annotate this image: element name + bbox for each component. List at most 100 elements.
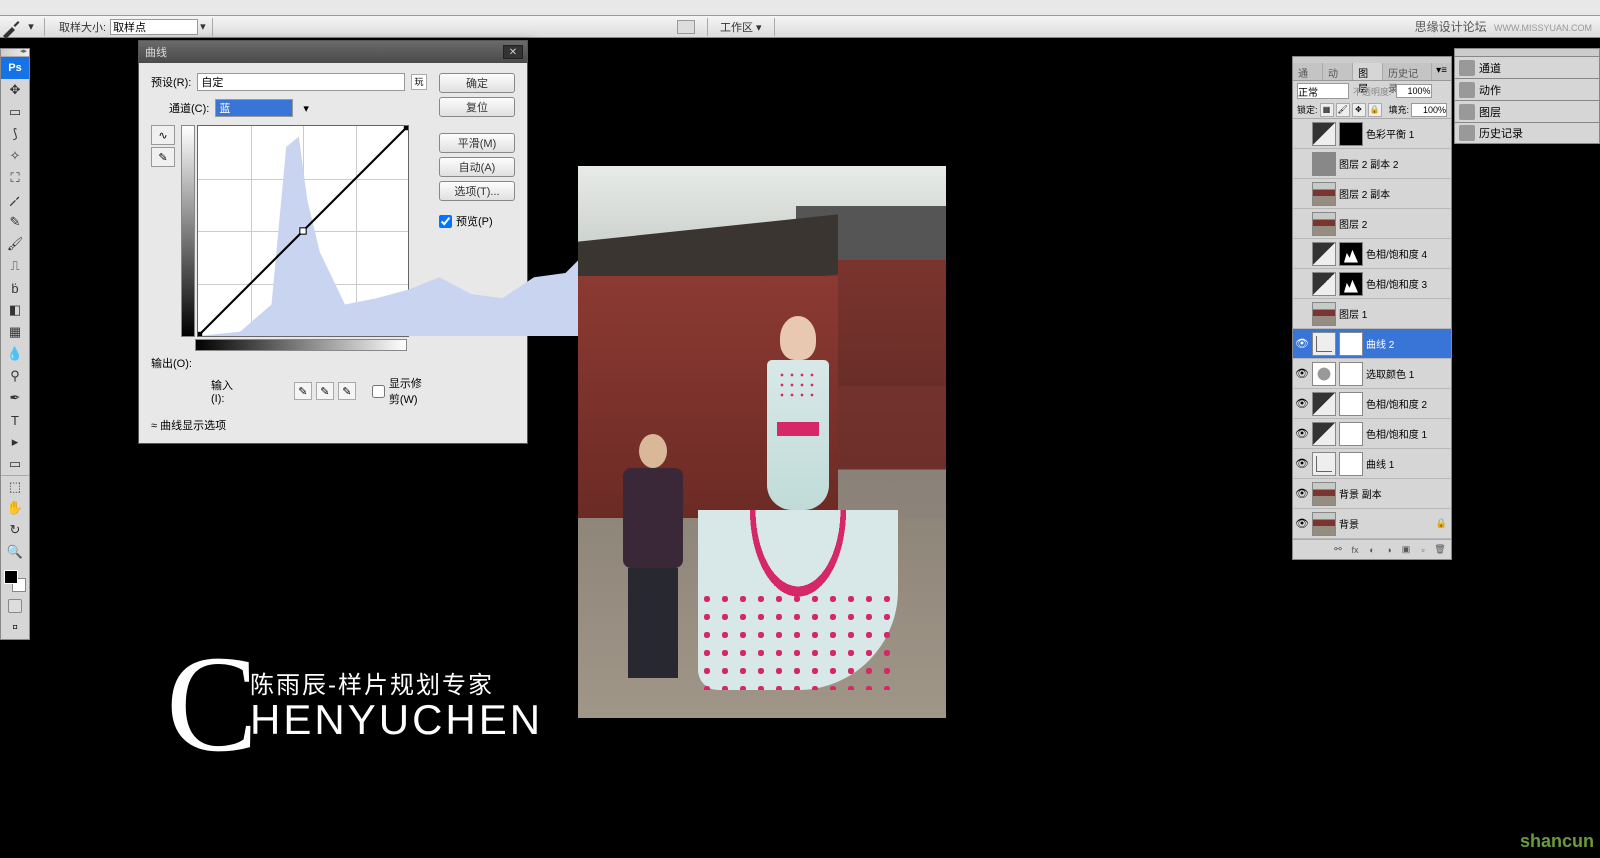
layer-thumbnail[interactable] xyxy=(1312,302,1336,326)
layer-name[interactable]: 图层 2 副本 2 xyxy=(1339,156,1449,171)
lasso-tool[interactable]: ⟆ xyxy=(1,123,29,145)
crop-tool[interactable]: ⛶ xyxy=(1,167,29,189)
clone-stamp-tool[interactable]: ⎍ xyxy=(1,255,29,277)
history-brush-tool[interactable]: ḃ xyxy=(1,277,29,299)
layer-row[interactable]: 👁 色相/饱和度 1 xyxy=(1293,419,1451,449)
pen-tool[interactable]: ✒ xyxy=(1,387,29,409)
layer-thumbnail[interactable] xyxy=(1312,452,1336,476)
gradient-tool[interactable]: ▦ xyxy=(1,321,29,343)
lock-transparency[interactable]: ▦ xyxy=(1320,103,1334,117)
gray-point-eyedropper[interactable]: ✎ xyxy=(316,382,334,400)
visibility-toggle[interactable]: 👁 xyxy=(1295,487,1309,501)
layer-row[interactable]: 色彩平衡 1 xyxy=(1293,119,1451,149)
visibility-toggle[interactable]: 👁 xyxy=(1295,457,1309,471)
curve-point-tool[interactable]: ∿ xyxy=(151,125,175,145)
quick-mask-toggle[interactable] xyxy=(1,595,29,617)
layer-name[interactable]: 曲线 1 xyxy=(1366,456,1449,471)
layer-row[interactable]: 👁 曲线 1 xyxy=(1293,449,1451,479)
layer-thumbnail[interactable] xyxy=(1312,332,1336,356)
visibility-toggle[interactable] xyxy=(1295,277,1309,291)
opacity-input[interactable] xyxy=(1396,84,1432,98)
history-toggle[interactable]: 历史记录 xyxy=(1454,122,1600,144)
tab-history[interactable]: 历史记录 xyxy=(1383,63,1432,80)
rotate-view-tool[interactable]: ↻ xyxy=(1,519,29,541)
visibility-toggle[interactable] xyxy=(1295,307,1309,321)
visibility-toggle[interactable]: 👁 xyxy=(1295,397,1309,411)
layer-name[interactable]: 色相/饱和度 4 xyxy=(1366,246,1449,261)
panel-menu-icon[interactable]: ▾≡ xyxy=(1432,63,1451,80)
visibility-toggle[interactable]: 👁 xyxy=(1295,367,1309,381)
move-tool[interactable]: ✥ xyxy=(1,79,29,101)
layer-row[interactable]: 图层 2 副本 2 xyxy=(1293,149,1451,179)
visibility-toggle[interactable]: 👁 xyxy=(1295,517,1309,531)
layer-row[interactable]: 图层 2 xyxy=(1293,209,1451,239)
layer-thumbnail[interactable] xyxy=(1312,272,1336,296)
dodge-tool[interactable]: ⚲ xyxy=(1,365,29,387)
layer-row[interactable]: 色相/饱和度 4 xyxy=(1293,239,1451,269)
curve-graph[interactable] xyxy=(197,125,409,337)
black-point-eyedropper[interactable]: ✎ xyxy=(294,382,312,400)
layer-mask-thumbnail[interactable] xyxy=(1339,362,1363,386)
tab-layers[interactable]: 图层 xyxy=(1353,63,1383,80)
layer-name[interactable]: 图层 2 xyxy=(1339,216,1449,231)
layer-name[interactable]: 背景 xyxy=(1339,516,1433,531)
toggle-grip[interactable] xyxy=(1454,48,1600,56)
layer-row[interactable]: 👁 背景 副本 xyxy=(1293,479,1451,509)
visibility-toggle[interactable] xyxy=(1295,247,1309,261)
lock-position[interactable]: ✥ xyxy=(1352,103,1366,117)
visibility-toggle[interactable] xyxy=(1295,157,1309,171)
layer-thumbnail[interactable] xyxy=(1312,212,1336,236)
marquee-tool[interactable]: ▭ xyxy=(1,101,29,123)
path-selection-tool[interactable]: ▸ xyxy=(1,431,29,453)
eraser-tool[interactable]: ◧ xyxy=(1,299,29,321)
layer-mask-thumbnail[interactable] xyxy=(1339,422,1363,446)
layer-row[interactable]: 👁曲线 2 xyxy=(1293,329,1451,359)
dialog-titlebar[interactable]: 曲线 ✕ xyxy=(139,41,527,63)
layer-thumbnail[interactable] xyxy=(1312,152,1336,176)
color-swatches[interactable] xyxy=(1,567,29,595)
workspace-dropdown[interactable]: 工作区 ▾ xyxy=(720,19,762,35)
delete-layer-icon[interactable]: 🗑 xyxy=(1433,543,1447,557)
visibility-toggle[interactable]: 👁 xyxy=(1295,427,1309,441)
layer-mask-icon[interactable]: ◐ xyxy=(1365,543,1379,557)
show-clipping-checkbox[interactable]: 显示修剪(W) xyxy=(372,375,427,407)
eyedropper-tool[interactable] xyxy=(1,189,29,211)
adjustment-layer-icon[interactable]: ◑ xyxy=(1382,543,1396,557)
layer-name[interactable]: 色相/饱和度 3 xyxy=(1366,276,1449,291)
ok-button[interactable]: 确定 xyxy=(439,73,515,93)
type-tool[interactable]: T xyxy=(1,409,29,431)
foreground-color[interactable] xyxy=(4,570,18,584)
close-button[interactable]: ✕ xyxy=(503,45,523,59)
layer-thumbnail[interactable] xyxy=(1312,182,1336,206)
visibility-toggle[interactable] xyxy=(1295,217,1309,231)
new-layer-icon[interactable]: ▫ xyxy=(1416,543,1430,557)
layer-thumbnail[interactable] xyxy=(1312,392,1336,416)
channels-toggle[interactable]: 通道 xyxy=(1454,56,1600,78)
screen-mode-icon[interactable] xyxy=(677,20,695,34)
layers-toggle[interactable]: 图层 xyxy=(1454,100,1600,122)
curve-pencil-tool[interactable]: ✎ xyxy=(151,147,175,167)
layer-row[interactable]: 👁选取颜色 1 xyxy=(1293,359,1451,389)
sample-size-select[interactable] xyxy=(110,19,198,35)
layer-mask-thumbnail[interactable] xyxy=(1339,332,1363,356)
layer-name[interactable]: 图层 2 副本 xyxy=(1339,186,1449,201)
brush-tool[interactable]: 🖌 xyxy=(1,233,29,255)
layer-mask-thumbnail[interactable] xyxy=(1339,452,1363,476)
lock-pixels[interactable]: 🖌 xyxy=(1336,103,1350,117)
curve-display-options[interactable]: ≈ 曲线显示选项 xyxy=(151,417,427,433)
layer-mask-thumbnail[interactable] xyxy=(1339,122,1363,146)
blend-mode-select[interactable] xyxy=(1297,83,1349,99)
blur-tool[interactable]: 💧 xyxy=(1,343,29,365)
magic-wand-tool[interactable]: ✧ xyxy=(1,145,29,167)
visibility-toggle[interactable] xyxy=(1295,127,1309,141)
layer-mask-thumbnail[interactable] xyxy=(1339,272,1363,296)
layer-name[interactable]: 色相/饱和度 1 xyxy=(1366,426,1449,441)
layer-row[interactable]: 👁 色相/饱和度 2 xyxy=(1293,389,1451,419)
layer-name[interactable]: 色相/饱和度 2 xyxy=(1366,396,1449,411)
layer-name[interactable]: 背景 副本 xyxy=(1339,486,1449,501)
preset-select[interactable] xyxy=(197,73,405,91)
cancel-button[interactable]: 复位 xyxy=(439,97,515,117)
white-point-eyedropper[interactable]: ✎ xyxy=(338,382,356,400)
screen-mode-button[interactable]: ▫ xyxy=(1,617,29,639)
hand-tool[interactable]: ✋ xyxy=(1,497,29,519)
